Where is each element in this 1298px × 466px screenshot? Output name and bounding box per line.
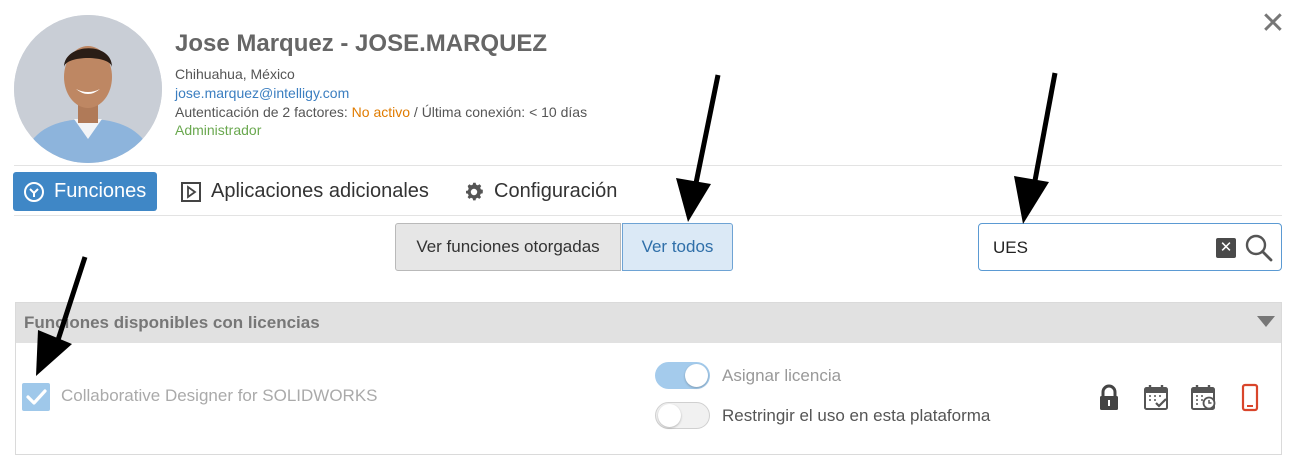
tab-aplicaciones-adicionales[interactable]: Aplicaciones adicionales (180, 172, 429, 211)
gear-icon (463, 181, 485, 203)
user-role: Administrador (175, 122, 262, 138)
toggle-knob (658, 404, 681, 427)
licensed-functions-panel: Funciones disponibles con licencias (15, 302, 1282, 455)
user-email[interactable]: jose.marquez@intelligy.com (175, 84, 349, 102)
search-box: ✕ (978, 223, 1282, 271)
divider (14, 165, 1282, 166)
last-login: / Última conexión: < 10 días (410, 104, 588, 120)
tab-label: Configuración (494, 180, 618, 202)
tab-label: Aplicaciones adicionales (211, 180, 429, 202)
assign-license-label: Asignar licencia (722, 366, 842, 385)
user-name: Jose Marquez - JOSE.MARQUEZ (175, 30, 548, 57)
toggle-knob (685, 364, 708, 387)
tab-configuracion[interactable]: Configuración (463, 172, 617, 211)
tab-label: Funciones (54, 180, 147, 202)
two-factor-label: Autenticación de 2 factores: (175, 104, 352, 120)
collapse-caret-icon[interactable] (1257, 316, 1275, 327)
function-checkbox[interactable] (22, 383, 50, 411)
functions-icon (23, 181, 45, 203)
divider (14, 215, 1282, 216)
user-photo (14, 15, 162, 163)
two-factor-status: No activo (351, 104, 411, 120)
search-icon[interactable] (1244, 233, 1274, 263)
security-info: Autenticación de 2 factores: No activo /… (175, 103, 587, 121)
panel-header[interactable]: Funciones disponibles con licencias (16, 303, 1281, 343)
tab-funciones[interactable]: Funciones (13, 172, 157, 211)
calendar-check-icon[interactable] (1142, 383, 1170, 413)
annotation-arrow (1014, 72, 1058, 224)
play-square-icon (180, 181, 202, 203)
function-name: Collaborative Designer for SOLIDWORKS (61, 386, 378, 405)
annotation-arrow (676, 74, 721, 222)
panel-title: Funciones disponibles con licencias (24, 313, 320, 332)
clear-search-button[interactable]: ✕ (1216, 238, 1236, 258)
restrict-platform-toggle[interactable] (655, 402, 710, 429)
assign-license-toggle[interactable] (655, 362, 710, 389)
close-button[interactable]: ✕ (1258, 8, 1288, 40)
calendar-clock-icon[interactable] (1189, 383, 1217, 413)
restrict-platform-label: Restringir el uso en esta plataforma (722, 406, 991, 425)
mobile-phone-icon[interactable] (1238, 383, 1266, 413)
checkmark-icon (26, 389, 47, 405)
user-location: Chihuahua, México (175, 66, 295, 82)
user-avatar (14, 15, 162, 163)
lock-icon[interactable] (1095, 383, 1123, 413)
view-granted-button[interactable]: Ver funciones otorgadas (395, 223, 621, 271)
view-all-button[interactable]: Ver todos (622, 223, 733, 271)
search-input[interactable] (993, 236, 1213, 260)
